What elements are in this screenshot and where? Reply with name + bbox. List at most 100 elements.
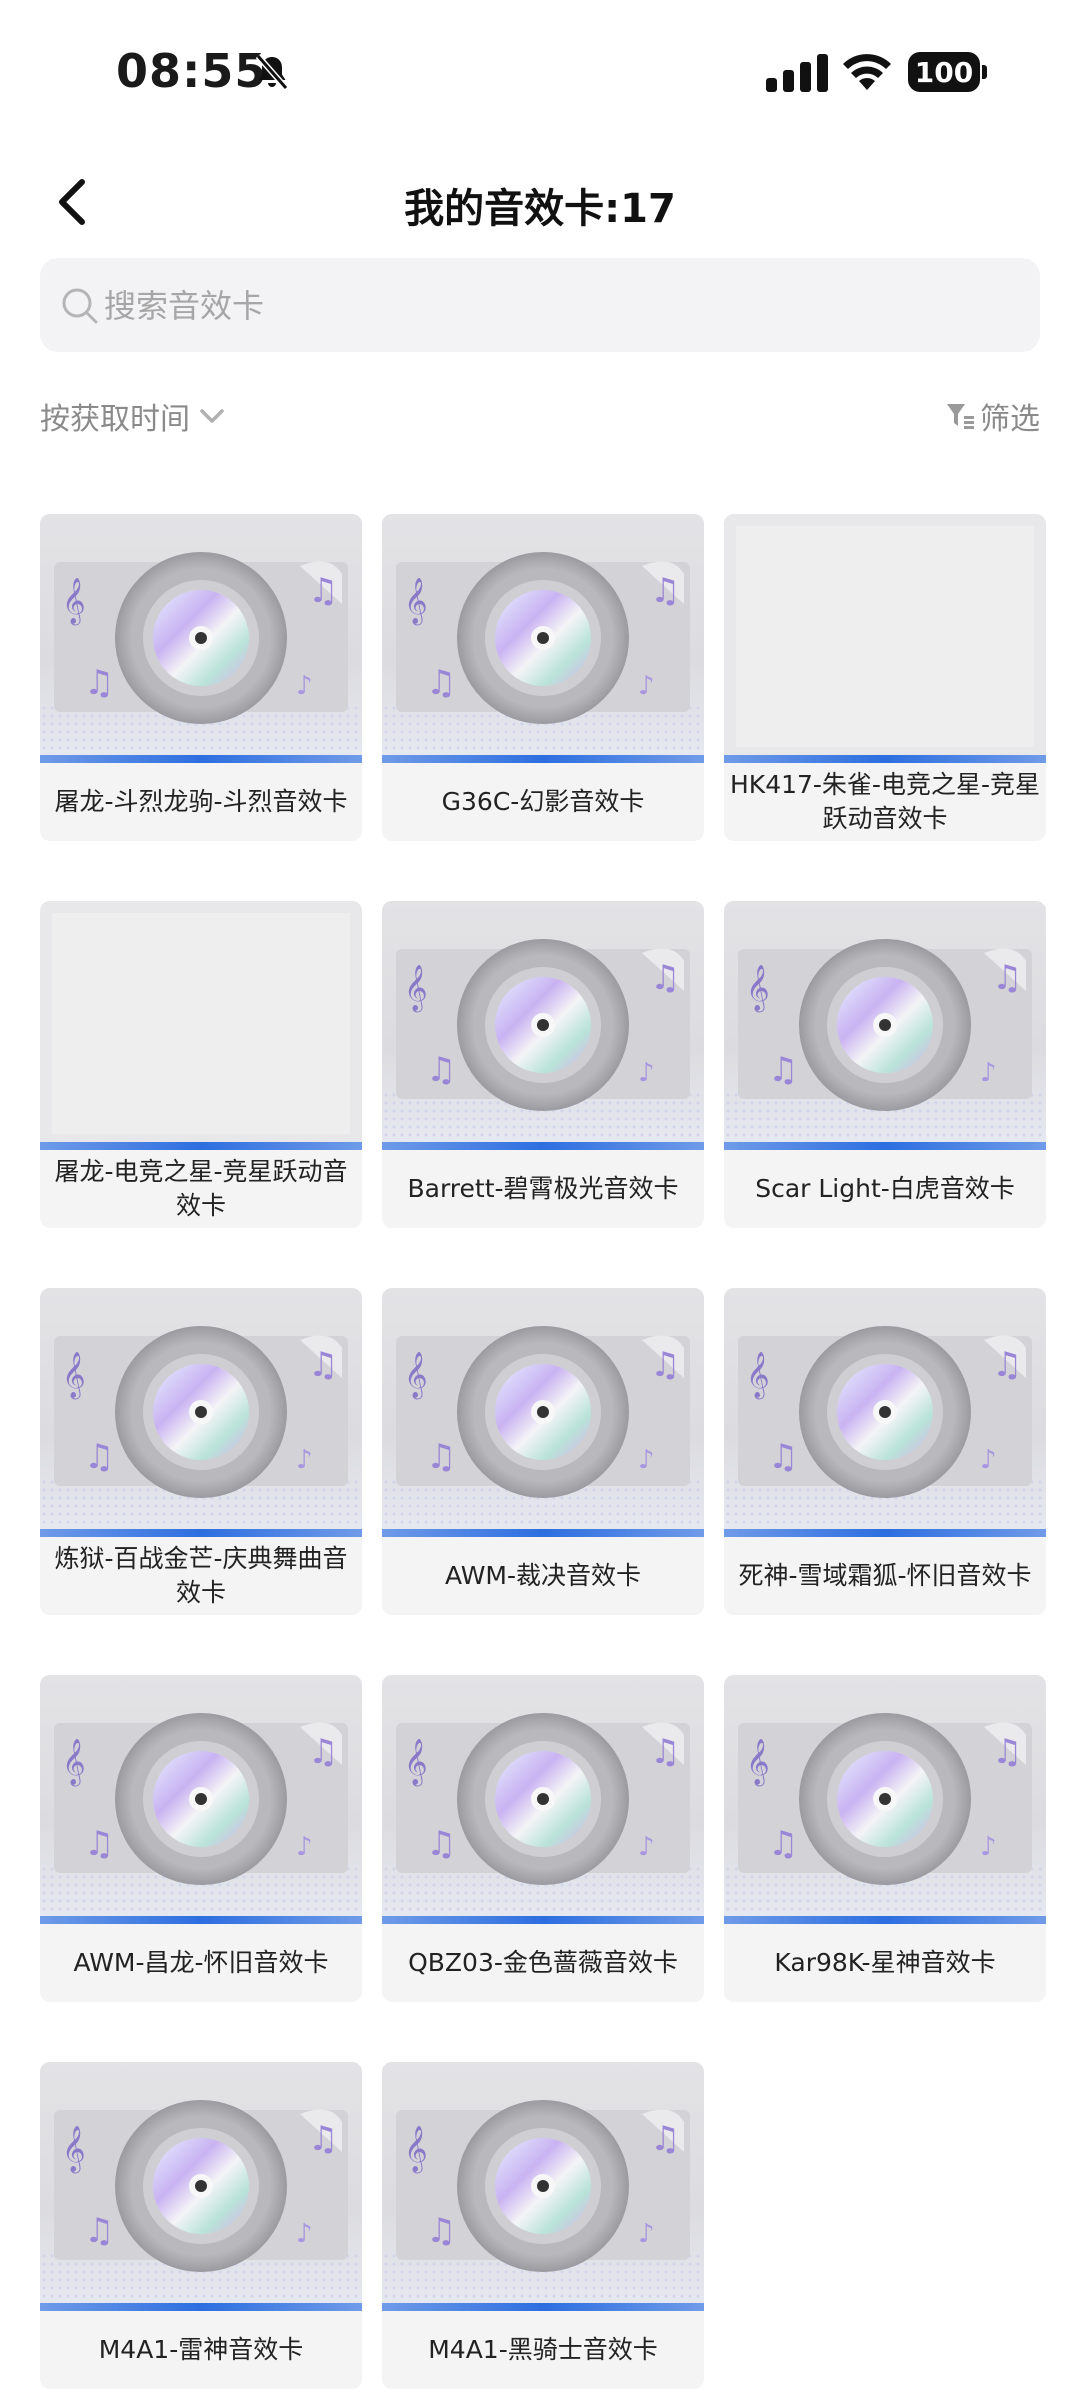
card-thumbnail (40, 901, 362, 1150)
music-disc-icon: 𝄞 ♫ ♫ ♪ (396, 2100, 690, 2272)
card-thumbnail: 𝄞 ♫ ♫ ♪ (724, 1288, 1046, 1537)
card-thumbnail: 𝄞 ♫ ♫ ♪ (40, 1675, 362, 1924)
sound-card[interactable]: 屠龙-电竞之星-竞星跃动音效卡 (40, 901, 362, 1228)
svg-text:𝄞: 𝄞 (404, 1352, 428, 1400)
svg-text:♪: ♪ (638, 2219, 655, 2249)
svg-text:♪: ♪ (296, 2219, 313, 2249)
thumb-accent-bar (382, 1142, 704, 1150)
svg-text:♪: ♪ (980, 1445, 997, 1475)
sound-card[interactable]: 𝄞 ♫ ♫ ♪ 炼狱-百战金芒-庆典舞曲音效卡 (40, 1288, 362, 1615)
svg-text:♫: ♫ (308, 2119, 338, 2159)
mute-bell-icon (255, 54, 289, 90)
card-label: Kar98K-星神音效卡 (774, 1948, 996, 1977)
battery-indicator: 100 (908, 52, 988, 92)
card-thumbnail: 𝄞 ♫ ♫ ♪ (40, 514, 362, 763)
status-time: 08:55 (116, 44, 268, 98)
chevron-down-icon (200, 409, 224, 423)
music-disc-icon: 𝄞 ♫ ♫ ♪ (738, 1713, 1032, 1885)
sound-card[interactable]: 𝄞 ♫ ♫ ♪ Barrett-碧霄极光音效卡 (382, 901, 704, 1228)
svg-text:♫: ♫ (84, 1437, 114, 1477)
svg-text:♪: ♪ (296, 671, 313, 701)
svg-text:𝄞: 𝄞 (746, 1739, 770, 1787)
music-disc-icon: 𝄞 ♫ ♫ ♪ (396, 552, 690, 724)
thumb-accent-bar (382, 755, 704, 763)
sound-card[interactable]: 𝄞 ♫ ♫ ♪ AWM-昌龙-怀旧音效卡 (40, 1675, 362, 2002)
thumb-placeholder (52, 913, 350, 1134)
svg-text:♫: ♫ (768, 1824, 798, 1864)
card-label: G36C-幻影音效卡 (441, 787, 645, 816)
card-label: QBZ03-金色蔷薇音效卡 (408, 1948, 678, 1977)
music-disc-icon: 𝄞 ♫ ♫ ♪ (396, 1326, 690, 1498)
svg-text:♫: ♫ (308, 1345, 338, 1385)
svg-text:𝄞: 𝄞 (404, 2126, 428, 2174)
card-label: M4A1-黑骑士音效卡 (428, 2335, 658, 2364)
page-title: 我的音效卡:17 (404, 186, 676, 232)
svg-text:♫: ♫ (308, 1732, 338, 1772)
search-bar[interactable] (40, 258, 1040, 354)
card-label: 屠龙-电竞之星-竞星跃动音效卡 (54, 1157, 348, 1220)
battery-cap (982, 65, 987, 79)
svg-text:♫: ♫ (768, 1050, 798, 1090)
svg-text:𝄞: 𝄞 (404, 578, 428, 626)
thumb-accent-bar (382, 2303, 704, 2311)
svg-text:♪: ♪ (980, 1058, 997, 1088)
sort-dropdown[interactable]: 按获取时间 (40, 392, 226, 440)
svg-text:♪: ♪ (638, 1832, 655, 1862)
thumb-accent-bar (40, 2303, 362, 2311)
card-label: HK417-朱雀-电竞之星-竞星跃动音效卡 (730, 770, 1040, 833)
thumb-accent-bar (40, 1916, 362, 1924)
sound-card[interactable]: 𝄞 ♫ ♫ ♪ G36C-幻影音效卡 (382, 514, 704, 841)
sound-card[interactable]: 𝄞 ♫ ♫ ♪ 屠龙-斗烈龙驹-斗烈音效卡 (40, 514, 362, 841)
cellular-signal-icon (766, 54, 828, 92)
svg-text:♫: ♫ (992, 1345, 1022, 1385)
music-disc-icon: 𝄞 ♫ ♫ ♪ (54, 1713, 348, 1885)
thumb-accent-bar (40, 1529, 362, 1537)
thumb-accent-bar (40, 755, 362, 763)
sound-card[interactable]: 𝄞 ♫ ♫ ♪ AWM-裁决音效卡 (382, 1288, 704, 1615)
svg-text:𝄞: 𝄞 (746, 1352, 770, 1400)
status-bar: 08:55 100 (0, 0, 1080, 140)
svg-text:♫: ♫ (426, 2211, 456, 2251)
sound-card[interactable]: HK417-朱雀-电竞之星-竞星跃动音效卡 (724, 514, 1046, 841)
search-input[interactable] (102, 258, 1006, 354)
sound-card[interactable]: 𝄞 ♫ ♫ ♪ M4A1-雷神音效卡 (40, 2062, 362, 2389)
svg-text:♫: ♫ (426, 1050, 456, 1090)
sound-card[interactable]: 𝄞 ♫ ♫ ♪ Scar Light-白虎音效卡 (724, 901, 1046, 1228)
card-thumbnail: 𝄞 ♫ ♫ ♪ (382, 1288, 704, 1537)
sound-card[interactable]: 𝄞 ♫ ♫ ♪ QBZ03-金色蔷薇音效卡 (382, 1675, 704, 2002)
wifi-icon (843, 54, 891, 90)
card-thumbnail (724, 514, 1046, 763)
thumb-accent-bar (724, 1916, 1046, 1924)
thumb-placeholder (736, 526, 1034, 747)
sort-label: 按获取时间 (40, 402, 190, 437)
sound-card[interactable]: 𝄞 ♫ ♫ ♪ 死神-雪域霜狐-怀旧音效卡 (724, 1288, 1046, 1615)
svg-text:♫: ♫ (426, 1437, 456, 1477)
music-disc-icon: 𝄞 ♫ ♫ ♪ (738, 939, 1032, 1111)
svg-text:♪: ♪ (638, 1445, 655, 1475)
svg-text:♫: ♫ (650, 1732, 680, 1772)
svg-text:♫: ♫ (426, 1824, 456, 1864)
svg-text:♫: ♫ (768, 1437, 798, 1477)
svg-text:♫: ♫ (992, 1732, 1022, 1772)
filter-button[interactable]: 筛选 (944, 392, 1040, 440)
sound-card[interactable]: 𝄞 ♫ ♫ ♪ M4A1-黑骑士音效卡 (382, 2062, 704, 2389)
filter-label: 筛选 (980, 402, 1040, 437)
svg-text:𝄞: 𝄞 (62, 578, 86, 626)
svg-text:𝄞: 𝄞 (62, 2126, 86, 2174)
svg-text:♪: ♪ (296, 1445, 313, 1475)
music-disc-icon: 𝄞 ♫ ♫ ♪ (54, 1326, 348, 1498)
thumb-accent-bar (724, 755, 1046, 763)
card-label: Barrett-碧霄极光音效卡 (407, 1174, 679, 1203)
svg-text:𝄞: 𝄞 (404, 1739, 428, 1787)
svg-text:♪: ♪ (638, 1058, 655, 1088)
music-disc-icon: 𝄞 ♫ ♫ ♪ (54, 2100, 348, 2272)
svg-text:𝄞: 𝄞 (62, 1352, 86, 1400)
svg-text:♫: ♫ (650, 2119, 680, 2159)
filter-icon (947, 404, 974, 429)
music-disc-icon: 𝄞 ♫ ♫ ♪ (738, 1326, 1032, 1498)
sound-card[interactable]: 𝄞 ♫ ♫ ♪ Kar98K-星神音效卡 (724, 1675, 1046, 2002)
card-thumbnail: 𝄞 ♫ ♫ ♪ (724, 1675, 1046, 1924)
card-label: 死神-雪域霜狐-怀旧音效卡 (738, 1561, 1032, 1590)
svg-text:♫: ♫ (84, 2211, 114, 2251)
card-thumbnail: 𝄞 ♫ ♫ ♪ (382, 2062, 704, 2311)
